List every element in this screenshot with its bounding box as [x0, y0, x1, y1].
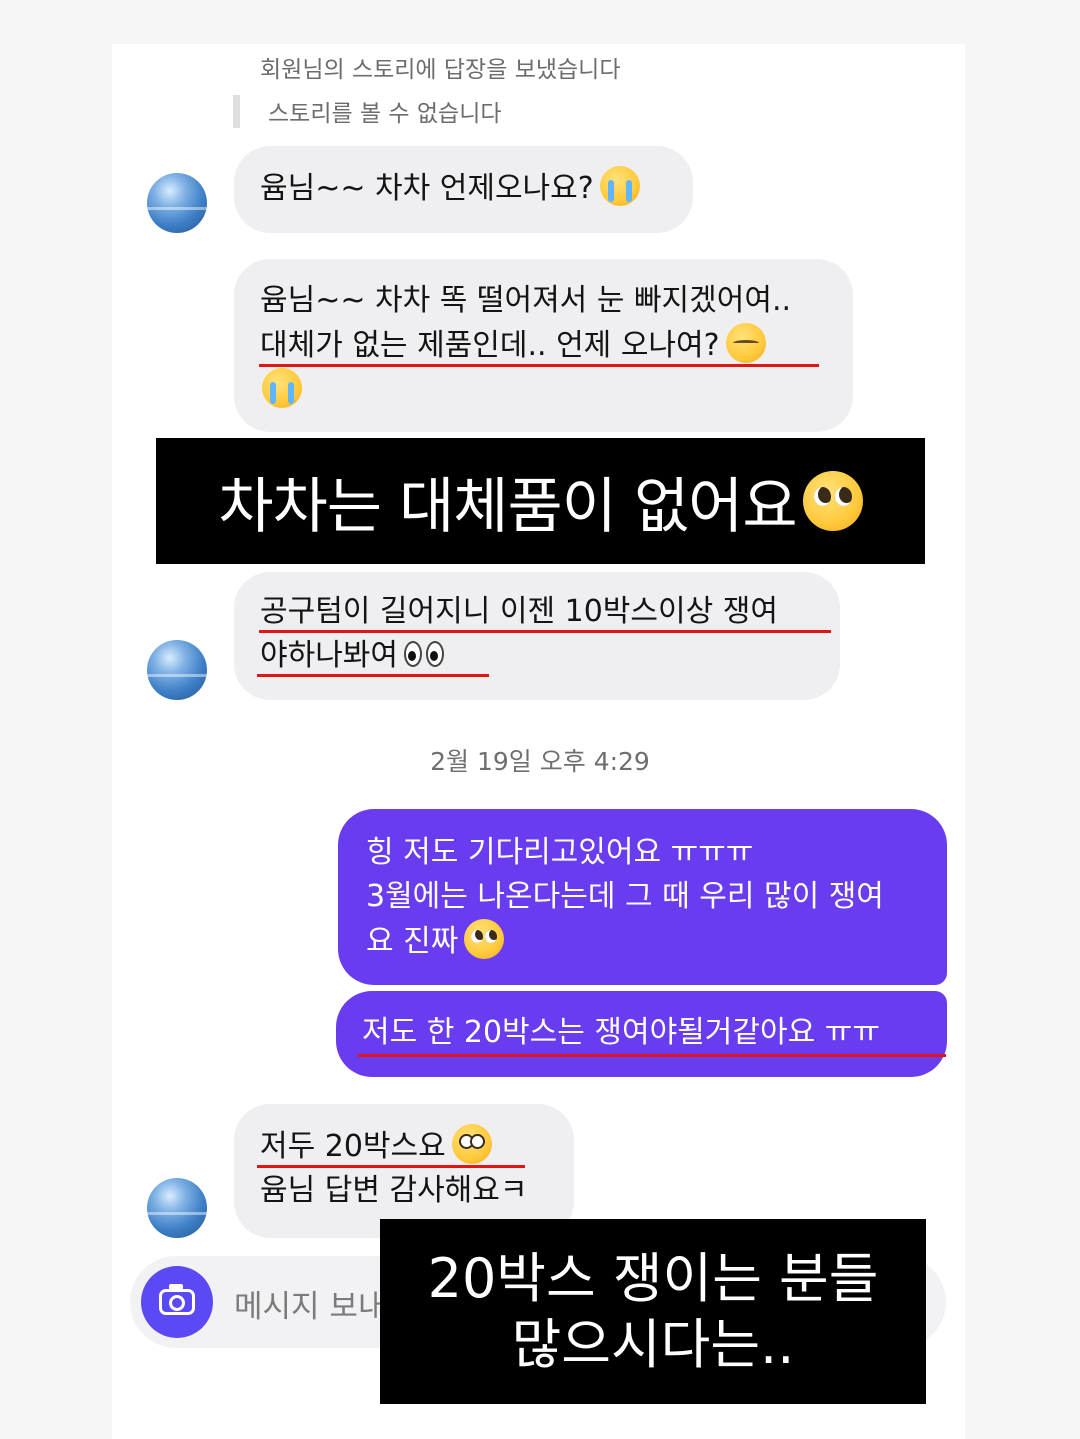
caption-overlay: 차차는 대체품이 없어요: [156, 438, 925, 564]
message-text-line: 저두 20박스요: [260, 1124, 574, 1169]
story-reply-notice: 회원님의 스토리에 답장을 보냈습니다: [260, 57, 621, 83]
outgoing-message-bubble[interactable]: 힝 저도 기다리고있어요 ㅠㅠㅠ 3월에는 나온다는데 그 때 우리 많이 쟁여…: [338, 809, 947, 985]
message-text-line: 대체가 없는 제품인데.. 언제 오나여?: [260, 323, 853, 368]
message-text-line: 3월에는 나온다는데 그 때 우리 많이 쟁여: [366, 879, 884, 914]
pleading-face-icon: [802, 471, 863, 531]
outgoing-message-bubble[interactable]: 저도 한 20박스는 쟁여야될거같아요 ㅠㅠ: [336, 991, 947, 1077]
eyes-icon: [404, 639, 448, 669]
message-text-line: 윰님 답변 감사해요ㅋ: [260, 1173, 528, 1208]
incoming-message-bubble[interactable]: 윰님~~ 차차 똑 떨어져서 눈 빠지겠어여.. 대체가 없는 제품인데.. 언…: [234, 259, 853, 432]
camera-button[interactable]: [141, 1266, 213, 1338]
red-underline: [259, 630, 831, 633]
loudly-crying-face-icon: [599, 166, 640, 206]
caption-text: 차차는 대체품이 없어요: [218, 471, 797, 542]
message-text-line: 공구텀이 길어지니 이젠 10박스이상 쟁여: [260, 594, 778, 629]
camera-icon: [169, 1295, 185, 1311]
flushed-face-icon: [451, 1124, 492, 1164]
red-underline: [259, 364, 819, 367]
pleading-face-icon: [464, 919, 505, 959]
avatar[interactable]: [147, 1178, 207, 1238]
message-text-line: 야하나봐여: [260, 634, 840, 678]
avatar[interactable]: [147, 640, 207, 700]
incoming-message-bubble[interactable]: 공구텀이 길어지니 이젠 10박스이상 쟁여 야하나봐여: [234, 572, 840, 700]
caption-text-line: 20박스 쟁이는 분들: [427, 1246, 879, 1310]
red-underline: [257, 674, 489, 677]
message-text: 윰님~~ 차차 언제오나요?: [260, 166, 693, 211]
red-underline: [257, 1165, 525, 1168]
caption-text-line: 많으시다는..: [511, 1312, 795, 1376]
message-text-line: 저도 한 20박스는 쟁여야될거같아요 ㅠㅠ: [362, 1015, 880, 1050]
message-text-line: 힝 저도 기다리고있어요 ㅠㅠㅠ: [366, 835, 754, 870]
message-timestamp: 2월 19일 오후 4:29: [430, 747, 650, 776]
caption-overlay: 20박스 쟁이는 분들 많으시다는..: [380, 1219, 926, 1404]
story-quote-bar: [233, 95, 240, 128]
loudly-crying-face-icon: [262, 368, 302, 408]
message-text-line: 윰님~~ 차차 똑 떨어져서 눈 빠지겠어여..: [260, 283, 792, 318]
red-underline: [358, 1054, 946, 1057]
incoming-message-bubble[interactable]: 저두 20박스요 윰님 답변 감사해요ㅋ: [234, 1104, 574, 1238]
story-unavailable-text: 스토리를 볼 수 없습니다: [268, 101, 502, 127]
pensive-face-icon: [725, 323, 766, 363]
incoming-message-bubble[interactable]: 윰님~~ 차차 언제오나요?: [234, 146, 693, 233]
avatar[interactable]: [147, 173, 207, 233]
message-emoji-line: [260, 368, 853, 413]
message-text-line: 요 진짜: [366, 919, 947, 964]
